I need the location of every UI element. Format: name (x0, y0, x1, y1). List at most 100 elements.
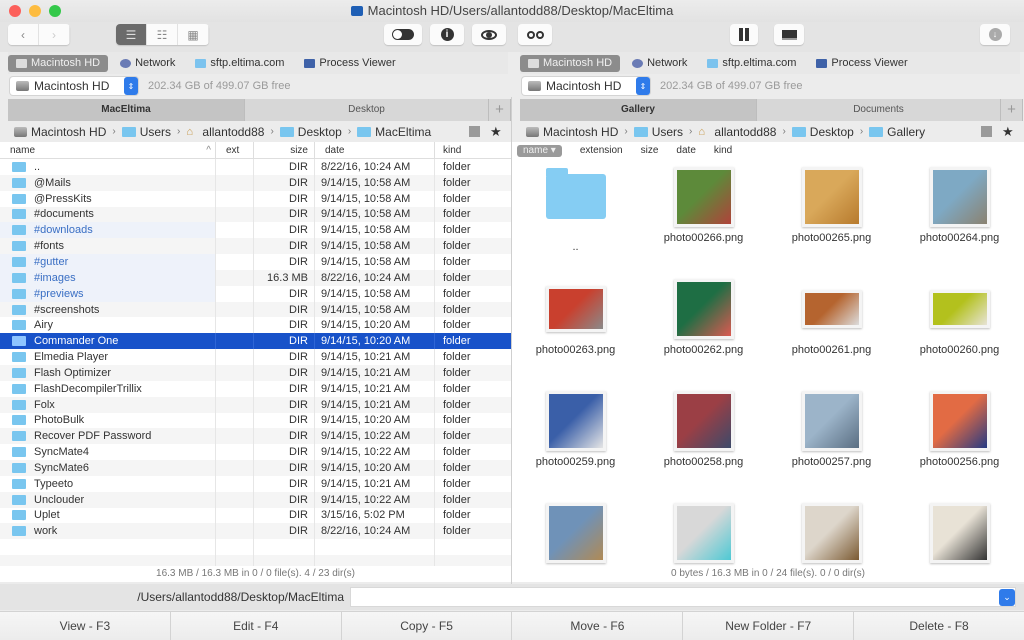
column-ext[interactable]: ext (216, 142, 254, 158)
gallery-item[interactable]: photo00257.png (774, 388, 889, 468)
file-row[interactable]: Recover PDF Password DIR 9/14/15, 10:22 AM… (0, 428, 511, 445)
gallery-item[interactable]: photo00265.png (774, 164, 889, 244)
panel-divider[interactable] (511, 97, 512, 584)
minimize-button[interactable] (29, 5, 41, 17)
sort-by-size[interactable]: size (641, 145, 659, 156)
file-row[interactable]: @Mails DIR 9/14/15, 10:58 AM folder (0, 174, 511, 191)
file-row[interactable]: #gutter DIR 9/14/15, 10:58 AM folder (0, 254, 511, 270)
crumb-macintosh-hd[interactable]: Macintosh HD (14, 125, 106, 139)
drive-process-viewer[interactable]: Process Viewer (296, 55, 403, 72)
edit-f4-button[interactable]: Edit - F4 (170, 612, 342, 640)
search-button[interactable] (518, 24, 552, 45)
left-volume-select[interactable]: Macintosh HD ⇕ (10, 77, 138, 95)
crumb-gallery[interactable]: Gallery (869, 125, 925, 139)
toggle-hidden-files-button[interactable] (384, 24, 422, 45)
drive-macintosh-hd[interactable]: Macintosh HD (520, 54, 621, 72)
column-name[interactable]: name ^ (0, 142, 216, 158)
file-row[interactable]: Unclouder DIR 9/14/15, 10:22 AM folder (0, 491, 511, 508)
file-row[interactable]: @PressKits DIR 9/14/15, 10:58 AM folder (0, 190, 511, 207)
chevron-down-icon[interactable]: ⌄ (999, 589, 1015, 606)
file-row[interactable]: Elmedia Player DIR 9/14/15, 10:21 AM folder (0, 349, 511, 365)
tab-documents[interactable]: Documents (757, 99, 1001, 121)
file-row[interactable]: Flash Optimizer DIR 9/14/15, 10:21 AM folde… (0, 364, 511, 381)
list-view-button[interactable]: ☰ (116, 24, 147, 45)
gallery-item[interactable] (774, 500, 889, 566)
move-f6-button[interactable]: Move - F6 (512, 612, 684, 640)
file-row[interactable]: #downloads DIR 9/14/15, 10:58 AM folder (0, 222, 511, 239)
command-input[interactable]: ⌄ (350, 587, 1016, 607)
back-button[interactable]: ‹ (8, 24, 39, 45)
add-tab-button[interactable]: + (489, 99, 511, 121)
copy-f5-button[interactable]: Copy - F5 (341, 612, 513, 640)
download-queue-button[interactable]: ↓ (980, 24, 1010, 45)
sort-by-kind[interactable]: kind (714, 145, 732, 156)
sort-by-extension[interactable]: extension (580, 145, 623, 156)
new-folder-f7-button[interactable]: New Folder - F7 (683, 612, 855, 640)
drive-network[interactable]: Network (624, 55, 695, 72)
view-f3-button[interactable]: View - F3 (0, 612, 171, 640)
crumb-home[interactable]: ⌂ allantodd88 (698, 125, 776, 139)
drive-macintosh-hd[interactable]: Macintosh HD (8, 54, 109, 72)
tab-maceltima[interactable]: MacEltima (8, 99, 245, 121)
gallery-item[interactable]: photo00264.png (902, 164, 1017, 244)
file-row[interactable]: #fonts DIR 9/14/15, 10:58 AM folder (0, 238, 511, 255)
forward-button[interactable]: › (39, 24, 70, 45)
sort-by-name[interactable]: name ▾ (517, 144, 562, 157)
tab-gallery[interactable]: Gallery (520, 99, 757, 121)
file-row[interactable]: FlashDecompilerTrillix DIR 9/14/15, 10:21 … (0, 380, 511, 397)
favorites-star-icon[interactable]: ★ (490, 124, 502, 140)
stop-icon[interactable] (981, 126, 992, 137)
gallery-item[interactable] (646, 500, 761, 566)
file-row[interactable]: #previews DIR 9/14/15, 10:58 AM folder (0, 285, 511, 302)
gallery-item[interactable]: photo00266.png (646, 164, 761, 244)
tab-desktop[interactable]: Desktop (245, 99, 489, 121)
file-row[interactable]: #documents DIR 9/14/15, 10:58 AM folder (0, 206, 511, 223)
crumb-home[interactable]: ⌂ allantodd88 (186, 125, 264, 139)
file-row[interactable]: Airy DIR 9/14/15, 10:20 AM folder (0, 317, 511, 334)
crumb-users[interactable]: Users (633, 125, 683, 139)
file-row[interactable]: PhotoBulk DIR 9/14/15, 10:20 AM folder (0, 412, 511, 429)
chevron-updown-icon[interactable]: ⇕ (636, 77, 650, 95)
file-row[interactable]: #screenshots DIR 9/14/15, 10:58 AM folder (0, 301, 511, 318)
gallery-item[interactable]: photo00263.png (518, 276, 633, 356)
drive-process-viewer[interactable]: Process Viewer (808, 55, 915, 72)
terminal-button[interactable] (774, 24, 804, 45)
crumb-users[interactable]: Users (121, 125, 171, 139)
file-row[interactable]: Commander One DIR 9/14/15, 10:20 AM folder (0, 333, 511, 350)
favorites-star-icon[interactable]: ★ (1002, 124, 1014, 140)
file-row[interactable]: #images 16.3 MB 8/22/16, 10:24 AM folder (0, 269, 511, 286)
file-row[interactable]: Typeeto DIR 9/14/15, 10:21 AM folder (0, 475, 511, 492)
file-row[interactable]: Folx DIR 9/14/15, 10:21 AM folder (0, 396, 511, 413)
crumb-desktop[interactable]: Desktop (791, 125, 854, 139)
gallery-item[interactable] (518, 500, 633, 566)
column-date[interactable]: date (315, 142, 435, 158)
crumb-maceltima[interactable]: MacEltima (357, 125, 431, 139)
sort-by-date[interactable]: date (676, 145, 695, 156)
parent-folder-item[interactable]: .. (518, 164, 633, 253)
crumb-desktop[interactable]: Desktop (279, 125, 342, 139)
file-row[interactable]: work DIR 8/22/16, 10:24 AM folder (0, 523, 511, 540)
delete-f8-button[interactable]: Delete - F8 (854, 612, 1024, 640)
drive-sftp[interactable]: sftp.eltima.com (187, 55, 292, 72)
gallery-item[interactable]: photo00260.png (902, 276, 1017, 356)
column-kind[interactable]: kind (435, 142, 511, 158)
drive-sftp[interactable]: sftp.eltima.com (699, 55, 804, 72)
info-button[interactable]: i (430, 24, 464, 45)
gallery-item[interactable] (902, 500, 1017, 566)
gallery-item[interactable]: photo00259.png (518, 388, 633, 468)
gallery-item[interactable]: photo00261.png (774, 276, 889, 356)
crumb-macintosh-hd[interactable]: Macintosh HD (526, 125, 618, 139)
file-row[interactable]: .. DIR 8/22/16, 10:24 AM folder (0, 159, 511, 175)
stop-icon[interactable] (469, 126, 480, 137)
gallery-item[interactable]: photo00258.png (646, 388, 761, 468)
file-row[interactable]: SyncMate4 DIR 9/14/15, 10:22 AM folder (0, 444, 511, 461)
close-button[interactable] (9, 5, 21, 17)
zoom-button[interactable] (49, 5, 61, 17)
right-volume-select[interactable]: Macintosh HD ⇕ (522, 77, 650, 95)
add-tab-button[interactable]: + (1001, 99, 1023, 121)
file-row[interactable]: SyncMate6 DIR 9/14/15, 10:20 AM folder (0, 460, 511, 476)
drive-network[interactable]: Network (112, 55, 183, 72)
detail-view-button[interactable]: ☷ (147, 24, 178, 45)
quick-look-button[interactable] (472, 24, 506, 45)
column-size[interactable]: size (254, 142, 315, 158)
